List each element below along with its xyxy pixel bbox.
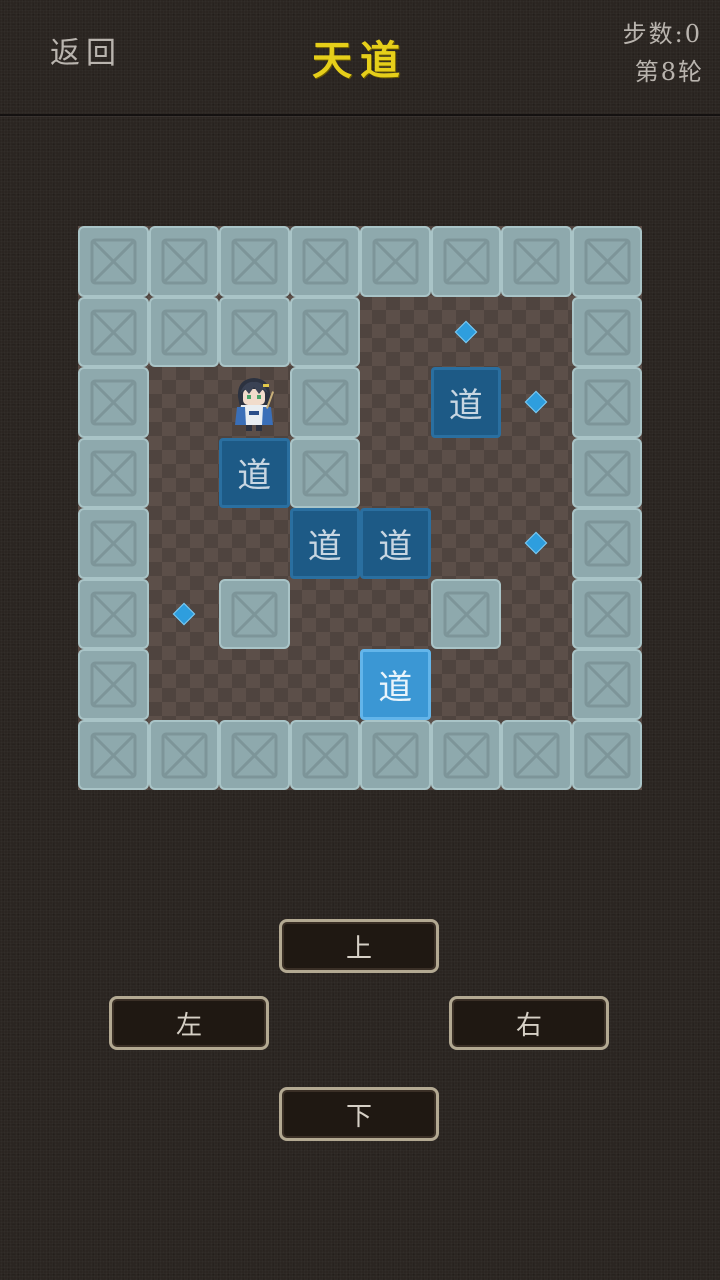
crate-cross-icon [90,379,137,426]
wall-tile [78,437,149,508]
crate-cross-icon [584,379,630,426]
wall-tile [571,437,642,508]
crate-cross-icon [584,732,630,778]
wall-tile [571,508,642,579]
wall-tile [430,578,501,649]
crate-cross-icon [231,732,278,778]
wall-tile [148,719,219,790]
wall-tile [501,719,572,790]
dao-box: 道 [219,437,290,508]
player-character [219,367,289,437]
crate-cross-icon [584,661,630,708]
wall-tile [78,296,149,367]
right-button[interactable]: 右 [449,996,609,1050]
wall-tile [360,719,431,790]
wall-tile [78,367,149,438]
wall-tile [148,226,219,297]
wall-tile [78,719,149,790]
crate-cross-icon [584,450,630,496]
dao-box-label: 道 [378,526,413,567]
wall-tile [571,296,642,367]
crate-cross-icon [161,732,207,778]
wall-tile [219,719,290,790]
crate-cross-icon [302,379,348,426]
crate-cross-icon [513,238,560,285]
crate-cross-icon [584,591,630,637]
wall-tile [430,719,501,790]
crate-cross-icon [302,309,348,355]
crate-cross-icon [513,732,560,778]
wall-tile [219,226,290,297]
game-board: 道道道道道 [78,226,642,790]
up-button[interactable]: 上 [279,919,439,973]
step-counter: 步数:0 [622,20,702,48]
crate-cross-icon [231,238,278,285]
wall-tile [289,719,360,790]
down-button[interactable]: 下 [279,1087,439,1141]
crate-cross-icon [443,238,489,285]
crate-cross-icon [90,661,137,708]
wall-tile [289,296,360,367]
wall-tile [289,437,360,508]
crate-cross-icon [302,450,348,496]
crate-cross-icon [161,309,207,355]
wall-tile [289,226,360,297]
wall-tile [219,578,290,649]
chibi-swordsman-icon [235,378,275,431]
wall-tile [78,578,149,649]
crate-cross-icon [302,238,348,285]
crate-cross-icon [231,591,278,637]
wall-tile [289,367,360,438]
wall-tile [78,508,149,579]
crate-cross-icon [231,309,278,355]
left-button[interactable]: 左 [109,996,269,1050]
crate-cross-icon [372,732,419,778]
crate-cross-icon [584,520,630,567]
wall-tile [360,226,431,297]
dao-box-label: 道 [378,667,413,708]
header-divider [0,114,720,116]
dao-box: 道 [430,367,501,438]
crate-cross-icon [161,238,207,285]
wall-tile [78,649,149,720]
wall-tile [219,296,290,367]
dao-box-label: 道 [307,526,342,567]
wall-tile [571,719,642,790]
dao-box-label: 道 [448,385,483,426]
wall-tile [571,367,642,438]
crate-cross-icon [584,238,630,285]
dao-box-label: 道 [237,456,272,497]
wall-tile [571,226,642,297]
crate-cross-icon [443,591,489,637]
wall-tile [430,226,501,297]
round-indicator: 第8轮 [634,58,704,86]
wall-tile [148,296,219,367]
dao-box: 道 [360,508,431,579]
wall-tile [571,649,642,720]
dao-box-on-goal: 道 [360,649,431,720]
wall-tile [78,226,149,297]
wall-tile [501,226,572,297]
crate-cross-icon [584,309,630,355]
wall-tile [571,578,642,649]
crate-cross-icon [90,238,137,285]
level-title: 天道 [312,37,408,84]
crate-cross-icon [90,309,137,355]
crate-cross-icon [90,520,137,567]
dao-box: 道 [289,508,360,579]
top-bar: 返回 天道 步数:0 第8轮 [0,0,720,116]
crate-cross-icon [90,732,137,778]
crate-cross-icon [302,732,348,778]
crate-cross-icon [90,591,137,637]
crate-cross-icon [90,450,137,496]
crate-cross-icon [372,238,419,285]
crate-cross-icon [443,732,489,778]
